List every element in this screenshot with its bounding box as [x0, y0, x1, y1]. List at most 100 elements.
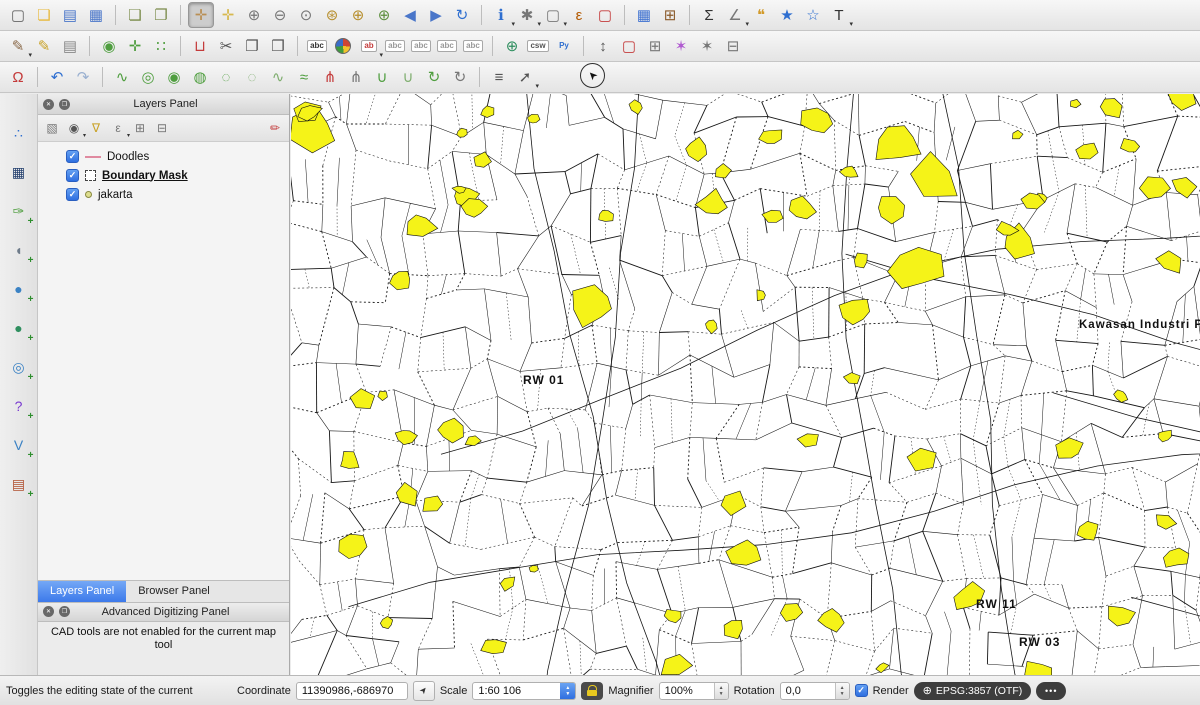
- add-part-button[interactable]: ◉: [162, 65, 186, 89]
- label-toolbar-2-button[interactable]: abc: [409, 34, 433, 58]
- pan-to-selection-button[interactable]: ✛: [216, 3, 240, 27]
- dock-tab-layers-panel[interactable]: Layers Panel: [38, 581, 126, 602]
- merge-attributes-button[interactable]: ∪: [396, 65, 420, 89]
- offset-point-symbols-button[interactable]: ↕: [591, 34, 615, 58]
- select-by-expression-button[interactable]: ε: [567, 3, 591, 27]
- zoom-full-button[interactable]: ⊛: [320, 3, 344, 27]
- identify-features-button[interactable]: ℹ▾: [489, 3, 513, 27]
- merge-features-button[interactable]: ∪: [370, 65, 394, 89]
- dock-tab-browser-panel[interactable]: Browser Panel: [126, 581, 222, 602]
- filter-legend-button[interactable]: ∇: [86, 118, 106, 138]
- layer-visibility-checkbox[interactable]: ✓: [66, 188, 79, 201]
- advanced-digitizing-tools-menu-arrow-icon[interactable]: ▾: [535, 82, 539, 90]
- delete-part-button[interactable]: ◌: [240, 65, 264, 89]
- collapse-all-button[interactable]: ⊟: [152, 118, 172, 138]
- vertex-editor-button[interactable]: ≡: [487, 65, 511, 89]
- zoom-actual-button[interactable]: ⊙: [294, 3, 318, 27]
- manage-layer-visibility-button[interactable]: ◉▾: [64, 118, 84, 138]
- zoom-to-layer-button[interactable]: ⊕: [372, 3, 396, 27]
- dxf-export-button[interactable]: ▢: [617, 34, 641, 58]
- georeferencer-button[interactable]: ⊞: [643, 34, 667, 58]
- layer-item-doodles[interactable]: ✓Doodles: [38, 147, 289, 166]
- add-wcs-layer-button[interactable]: ●+: [6, 315, 32, 341]
- add-ring-button[interactable]: ◎: [136, 65, 160, 89]
- layers-panel-float-button[interactable]: ❐: [59, 99, 70, 110]
- label-toolbar-3-button[interactable]: abc: [435, 34, 459, 58]
- layer-name[interactable]: jakarta: [98, 189, 133, 201]
- rotate-point-symbols-button[interactable]: ↻: [448, 65, 472, 89]
- map-tips-button[interactable]: ❝: [749, 3, 773, 27]
- add-spatialite-layer-button[interactable]: ✑+: [6, 198, 32, 224]
- enable-snapping-button[interactable]: Ω: [6, 65, 30, 89]
- measure-line-button[interactable]: ∠▾: [723, 3, 747, 27]
- layer-name[interactable]: Boundary Mask: [102, 170, 188, 182]
- advanced-digitizing-close-button[interactable]: ✕: [43, 606, 54, 617]
- field-calculator-button[interactable]: ⊞: [658, 3, 682, 27]
- simplify-feature-button[interactable]: ∿: [110, 65, 134, 89]
- raster-calculator-button[interactable]: ⊟: [721, 34, 745, 58]
- style-manager-button[interactable]: ✶: [669, 34, 693, 58]
- metasearch-button[interactable]: ⊕: [500, 34, 524, 58]
- delete-ring-button[interactable]: ◌: [214, 65, 238, 89]
- text-annotation-button[interactable]: T▾: [827, 3, 851, 27]
- add-wms-layer-button[interactable]: ●+: [6, 276, 32, 302]
- rotation-spinbox[interactable]: ▲ ▼: [780, 682, 850, 700]
- undo-button[interactable]: ↶: [45, 65, 69, 89]
- add-mssql-layer-button[interactable]: ?+: [6, 393, 32, 419]
- fill-ring-button[interactable]: ◍: [188, 65, 212, 89]
- zoom-next-button[interactable]: ▶: [424, 3, 448, 27]
- run-feature-action-button[interactable]: ✱▾: [515, 3, 539, 27]
- copy-features-button[interactable]: ❐: [240, 34, 264, 58]
- statistical-summary-button[interactable]: Σ: [697, 3, 721, 27]
- rotation-stepper[interactable]: ▲ ▼: [835, 683, 849, 699]
- new-bookmark-button[interactable]: ★: [775, 3, 799, 27]
- reshape-features-button[interactable]: ∿: [266, 65, 290, 89]
- csw-catalog-button[interactable]: csw: [526, 34, 550, 58]
- new-print-composer-button[interactable]: ❏: [123, 3, 147, 27]
- layer-item-jakarta[interactable]: ✓ jakarta: [38, 185, 289, 204]
- split-features-button[interactable]: ⋔: [318, 65, 342, 89]
- save-project-as-button[interactable]: ▦: [84, 3, 108, 27]
- magnifier-spinbox[interactable]: ▲ ▼: [659, 682, 729, 700]
- split-parts-button[interactable]: ⋔: [344, 65, 368, 89]
- messages-button[interactable]: •••: [1036, 682, 1066, 700]
- remove-layer-button[interactable]: ✏: [265, 118, 285, 138]
- show-bookmarks-button[interactable]: ☆: [801, 3, 825, 27]
- render-checkbox[interactable]: ✓: [855, 684, 868, 697]
- composer-manager-button[interactable]: ❐: [149, 3, 173, 27]
- add-wfs-layer-button[interactable]: ◎+: [6, 354, 32, 380]
- current-edits-button[interactable]: ✎▾: [6, 34, 30, 58]
- save-project-button[interactable]: ▤: [58, 3, 82, 27]
- open-project-button[interactable]: ❏: [32, 3, 56, 27]
- layer-visibility-checkbox[interactable]: ✓: [66, 169, 79, 182]
- select-features-button[interactable]: ▢▾: [541, 3, 565, 27]
- crs-status-button[interactable]: ⊕ EPSG:3857 (OTF): [914, 682, 1032, 700]
- cut-features-button[interactable]: ✂: [214, 34, 238, 58]
- offset-curve-button[interactable]: ≈: [292, 65, 316, 89]
- layer-labeling-button[interactable]: abc: [305, 34, 329, 58]
- zoom-out-button[interactable]: ⊖: [268, 3, 292, 27]
- redo-button[interactable]: ↷: [71, 65, 95, 89]
- text-annotation-menu-arrow-icon[interactable]: ▾: [849, 20, 853, 28]
- zoom-last-button[interactable]: ◀: [398, 3, 422, 27]
- filter-by-expression-button[interactable]: ε▾: [108, 118, 128, 138]
- coordinate-input[interactable]: [296, 682, 408, 700]
- scale-combo[interactable]: ▲ ▼: [472, 682, 576, 700]
- grass-tools-button[interactable]: ▤+: [6, 471, 32, 497]
- add-virtual-layer-button[interactable]: V+: [6, 432, 32, 458]
- zoom-to-selection-button[interactable]: ⊕: [346, 3, 370, 27]
- advanced-digitizing-tools-button[interactable]: ➚▾: [513, 65, 537, 89]
- new-project-button[interactable]: ▢: [6, 3, 30, 27]
- label-toolbar-4-button[interactable]: abc: [461, 34, 485, 58]
- save-layer-edits-button[interactable]: ▤: [58, 34, 82, 58]
- copy-style-button[interactable]: ✶: [695, 34, 719, 58]
- paste-features-button[interactable]: ❒: [266, 34, 290, 58]
- label-toolbar-1-button[interactable]: abc: [383, 34, 407, 58]
- move-feature-button[interactable]: ✛: [123, 34, 147, 58]
- add-raster-layer-button[interactable]: ▦: [6, 159, 32, 185]
- labeling-options-button[interactable]: ab▾: [357, 34, 381, 58]
- scale-dropdown-button[interactable]: ▲ ▼: [560, 683, 575, 699]
- layer-name[interactable]: Doodles: [107, 151, 149, 163]
- python-console-button[interactable]: Py: [552, 34, 576, 58]
- add-feature-button[interactable]: ◉: [97, 34, 121, 58]
